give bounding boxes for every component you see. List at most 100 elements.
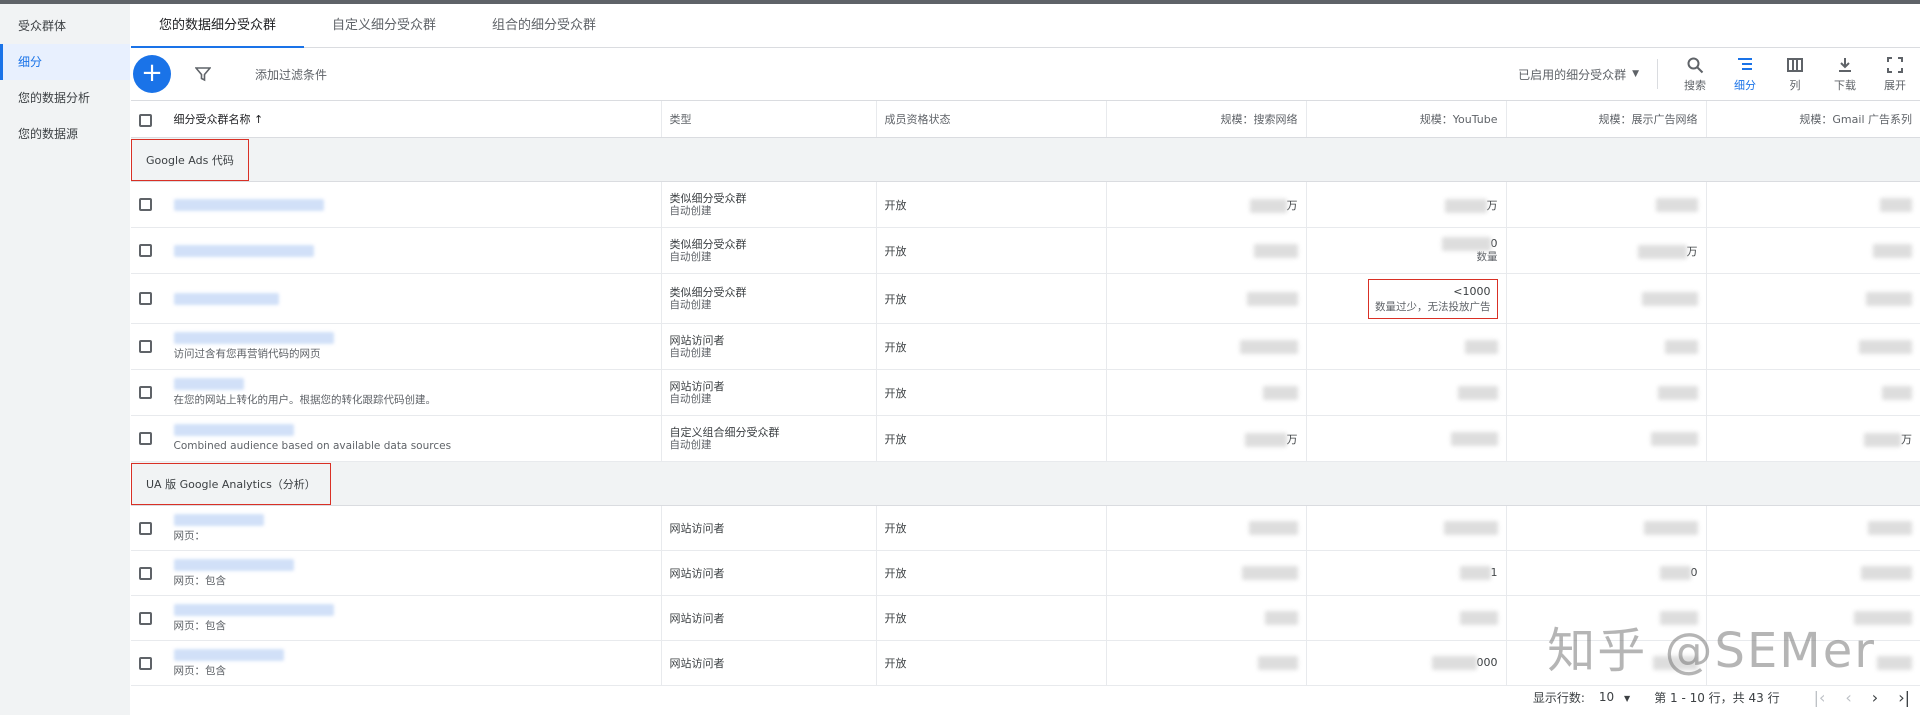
row-checkbox[interactable] <box>139 432 152 445</box>
table-row[interactable]: 在您的网站上转化的用户。根据您的转化跟踪代码创建。 网站访问者 自动创建 开放 <box>131 369 1920 416</box>
size-blurred <box>1877 656 1912 670</box>
status-cell: 开放 <box>875 505 1106 551</box>
table-row[interactable]: 类似细分受众群 自动创建 开放 <1000 数量过少，无法投放广告 <box>131 273 1920 324</box>
divider <box>1657 59 1658 89</box>
header-gmail-size[interactable]: 规模：Gmail 广告系列 <box>1705 100 1920 138</box>
row-checkbox[interactable] <box>139 386 152 399</box>
watermark: 知乎 @SEMer <box>1547 623 1876 679</box>
group-label: UA 版 Google Analytics（分析） <box>131 462 331 505</box>
select-all-checkbox[interactable] <box>139 113 152 127</box>
segment-name-link[interactable] <box>173 648 284 661</box>
row-checkbox[interactable] <box>139 656 152 670</box>
expand-button[interactable]: 展开 <box>1870 56 1920 93</box>
first-page-icon[interactable]: |‹ <box>1814 688 1826 707</box>
chevron-down-icon: ▼ <box>1632 69 1639 79</box>
table-row[interactable]: 网页：包含 网站访问者 开放 1 0 <box>131 550 1920 596</box>
table-row[interactable]: 访问过含有您再营销代码的网页 网站访问者 自动创建 开放 <box>131 323 1920 370</box>
row-checkbox[interactable] <box>139 611 152 625</box>
tab-your-data-segments[interactable]: 您的数据细分受众群 <box>131 4 305 48</box>
group-label: Google Ads 代码 <box>131 138 249 181</box>
size-blurred <box>1866 291 1912 306</box>
table-row[interactable]: 类似细分受众群 自动创建 开放 0 数量万 <box>131 227 1920 274</box>
size-blurred <box>1239 339 1298 354</box>
size-suffix: 万 <box>1686 244 1698 258</box>
size-blurred <box>1441 237 1491 251</box>
next-page-icon[interactable]: › <box>1872 688 1878 707</box>
expand-button-label: 展开 <box>1884 78 1906 92</box>
search-button[interactable]: 搜索 <box>1670 56 1720 93</box>
size-blurred <box>1246 291 1298 306</box>
table-row[interactable]: 网页： 网站访问者 开放 <box>131 505 1920 551</box>
segment-name-link[interactable] <box>173 244 314 257</box>
type-origin: 自动创建 <box>669 250 712 263</box>
display-size-cell: 万 <box>1505 227 1706 274</box>
segment-name-link[interactable] <box>173 198 324 211</box>
row-checkbox[interactable] <box>139 244 152 258</box>
row-checkbox[interactable] <box>139 566 152 580</box>
segment-button[interactable]: 细分 <box>1720 56 1770 93</box>
type-cell: 网站访问者 自动创建 <box>660 369 876 416</box>
row-checkbox[interactable] <box>139 521 152 535</box>
segment-name-link[interactable] <box>173 558 294 571</box>
add-button[interactable]: + <box>133 55 171 93</box>
filter-icon[interactable] <box>193 64 213 84</box>
sidebar-item-audiences[interactable]: 受众群体 <box>0 8 130 44</box>
row-checkbox[interactable] <box>139 198 152 212</box>
download-button[interactable]: 下载 <box>1820 56 1870 93</box>
header-search-size[interactable]: 规模：搜索网络 <box>1105 100 1306 138</box>
status-cell: 开放 <box>875 550 1106 596</box>
add-filter-link[interactable]: 添加过滤条件 <box>255 66 327 83</box>
size-suffix: 万 <box>1486 198 1498 212</box>
size-suffix: 万 <box>1286 432 1298 446</box>
header-display-size[interactable]: 规模：展示广告网络 <box>1505 100 1706 138</box>
status-cell: 开放 <box>875 227 1106 274</box>
type-label: 网站访问者 <box>669 656 725 670</box>
sidebar-item-segments[interactable]: 细分 <box>0 44 130 80</box>
columns-button[interactable]: 列 <box>1770 56 1820 93</box>
size-suffix: 0 <box>1690 566 1698 579</box>
enabled-segments-label: 已启用的细分受众群 <box>1518 67 1627 82</box>
display-size-cell <box>1505 505 1706 551</box>
segment-name-link[interactable] <box>173 332 334 344</box>
header-name[interactable]: 细分受众群名称 ↑ <box>131 100 661 138</box>
type-origin: 自动创建 <box>669 298 712 311</box>
header-status[interactable]: 成员资格状态 <box>875 100 1106 138</box>
header-type[interactable]: 类型 <box>660 100 876 138</box>
rows-per-page-select[interactable]: 10 ▼ <box>1599 690 1630 704</box>
segment-name-link[interactable] <box>173 603 334 616</box>
size-blurred <box>1464 339 1498 354</box>
status-cell: 开放 <box>875 415 1106 462</box>
row-checkbox[interactable] <box>139 340 152 353</box>
search-size-cell <box>1105 227 1306 274</box>
prev-page-icon[interactable]: ‹ <box>1845 688 1851 707</box>
header-youtube-size[interactable]: 规模：YouTube <box>1305 100 1506 138</box>
type-label: 网站访问者 <box>669 611 725 625</box>
enabled-segments-select[interactable]: 已启用的细分受众群 ▼ <box>1518 66 1639 83</box>
table-row[interactable]: 类似细分受众群 自动创建 开放万万 <box>131 181 1920 228</box>
tab-combined-segments[interactable]: 组合的细分受众群 <box>464 4 624 47</box>
chevron-down-icon: ▼ <box>1624 694 1631 703</box>
search-size-cell <box>1105 323 1306 370</box>
row-checkbox[interactable] <box>139 292 152 306</box>
youtube-size-cell: 1 <box>1305 550 1506 596</box>
segment-name-link[interactable] <box>173 424 294 436</box>
sidebar-item-data-analysis[interactable]: 您的数据分析 <box>0 80 130 116</box>
size-blurred <box>1443 521 1498 535</box>
tab-custom-segments[interactable]: 自定义细分受众群 <box>304 4 464 47</box>
segment-name-link[interactable] <box>173 513 264 526</box>
type-label: 网站访问者 <box>669 521 725 535</box>
sidebar-item-data-sources[interactable]: 您的数据源 <box>0 116 130 152</box>
segment-description: 网页：包含 <box>173 574 227 587</box>
display-size-cell <box>1505 181 1706 228</box>
segment-name-link[interactable] <box>173 292 279 305</box>
display-size-cell <box>1505 369 1706 416</box>
type-label: 类似细分受众群 <box>669 285 747 299</box>
segment-name-link[interactable] <box>173 378 244 390</box>
display-size-cell: 0 <box>1505 550 1706 596</box>
table-row[interactable]: Combined audience based on available dat… <box>131 415 1920 462</box>
last-page-icon[interactable]: ›| <box>1898 688 1910 707</box>
search-size-cell <box>1105 550 1306 596</box>
search-size-cell <box>1105 273 1306 324</box>
pagination-footer: 显示行数: 10 ▼ 第 1 - 10 行，共 43 行 |‹ ‹ › ›| <box>131 679 1920 715</box>
toolbar-right: 已启用的细分受众群 ▼ 搜索 细分 列 下载 展开 <box>1518 48 1920 100</box>
